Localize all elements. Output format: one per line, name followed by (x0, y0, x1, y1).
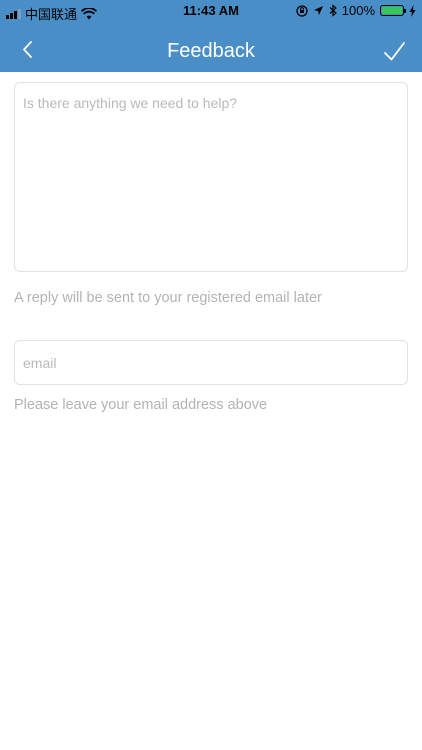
reply-hint-text: A reply will be sent to your registered … (14, 290, 322, 306)
battery-icon (380, 5, 406, 16)
email-field-box (14, 340, 408, 385)
email-input[interactable] (15, 341, 407, 384)
email-hint-text: Please leave your email address above (14, 397, 268, 413)
battery-percent: 100% (341, 3, 375, 18)
submit-button[interactable] (380, 38, 408, 66)
rotation-lock-icon (296, 4, 308, 17)
page-title: Feedback (167, 40, 255, 62)
nav-bar: Feedback (0, 30, 422, 72)
charging-icon (409, 4, 416, 17)
bluetooth-icon (329, 4, 337, 17)
status-right: 100% (296, 3, 416, 18)
status-bar: 中国联通 11:43 AM 100% (0, 0, 422, 22)
feedback-message-input[interactable] (15, 83, 407, 271)
feedback-message-box (14, 82, 408, 272)
checkmark-icon (384, 42, 405, 61)
location-icon (313, 6, 323, 15)
app-header: 中国联通 11:43 AM 100% Feedback (0, 0, 422, 72)
